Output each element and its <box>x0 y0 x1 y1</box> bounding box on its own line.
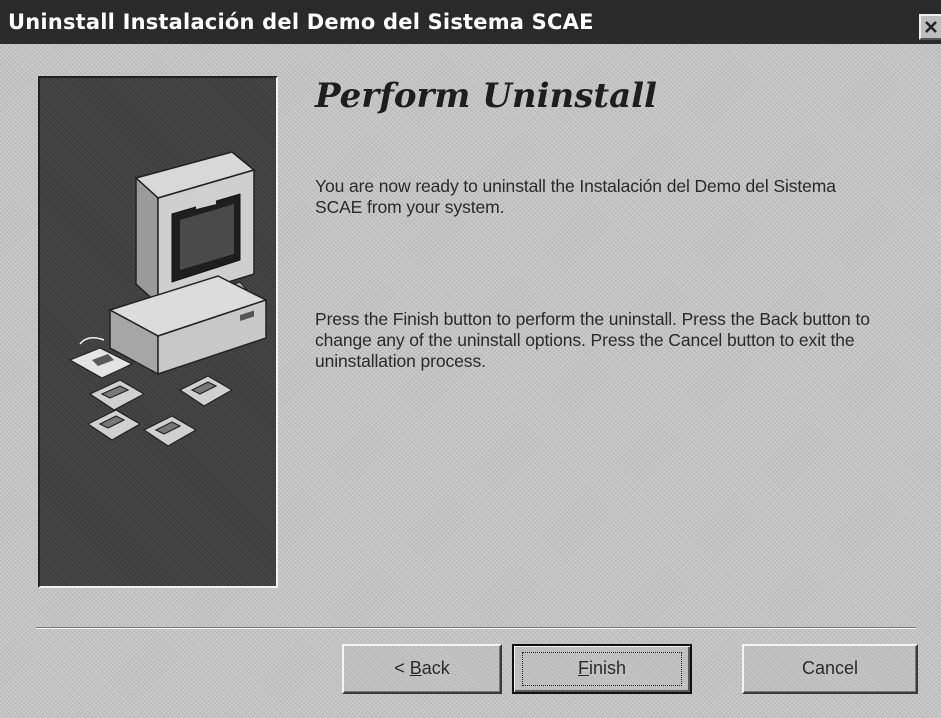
ready-message: You are now ready to uninstall the Insta… <box>315 176 836 217</box>
back-button[interactable]: < Back <box>342 644 502 694</box>
back-label-rest: ack <box>421 658 450 678</box>
back-arrow: < <box>394 658 410 678</box>
wizard-illustration-panel <box>38 76 278 588</box>
computer-with-floppy-disks-illustration <box>68 151 268 447</box>
finish-button[interactable]: Finish <box>512 644 692 694</box>
close-icon <box>925 21 937 33</box>
close-button[interactable] <box>919 14 941 40</box>
page-heading: Perform Uninstall <box>315 76 657 116</box>
cancel-button-label: Cancel <box>801 658 859 678</box>
back-button-label: < Back <box>394 658 450 678</box>
window-title: Uninstall Instalación del Demo del Siste… <box>8 10 594 34</box>
button-separator <box>36 627 916 629</box>
back-mnemonic: B <box>409 658 422 678</box>
focus-rectangle <box>522 652 682 686</box>
cancel-button[interactable]: Cancel <box>742 644 918 694</box>
title-bar[interactable]: Uninstall Instalación del Demo del Siste… <box>0 0 941 44</box>
instructions-message: Press the Finish button to perform the u… <box>315 309 870 371</box>
uninstall-dialog: Uninstall Instalación del Demo del Siste… <box>0 0 941 718</box>
